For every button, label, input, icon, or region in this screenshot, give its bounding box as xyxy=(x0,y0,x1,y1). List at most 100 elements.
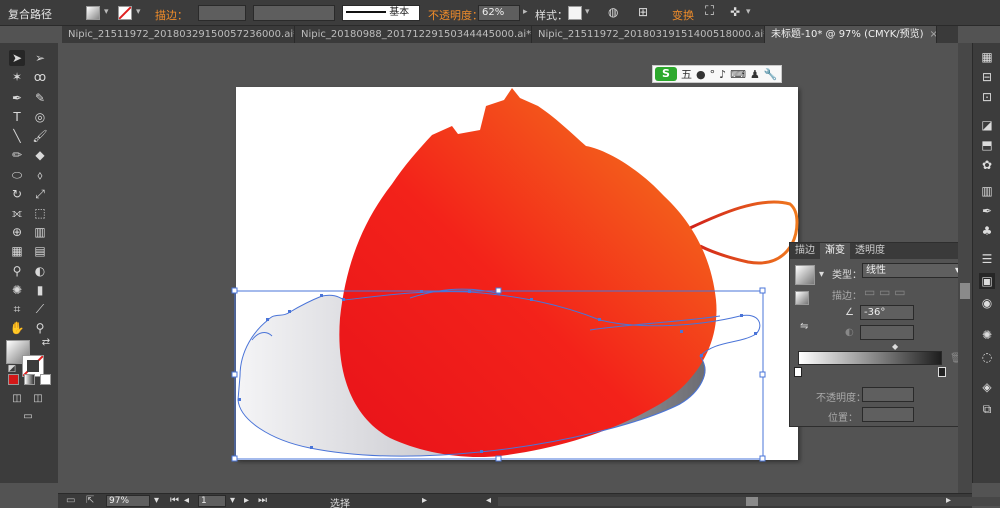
stroke-panel-icon[interactable]: ☰ xyxy=(979,251,995,267)
style-swatch[interactable] xyxy=(568,6,582,20)
pencil-tool-icon[interactable]: ✏ xyxy=(9,147,25,163)
arrange-icon[interactable]: ✜ xyxy=(730,5,740,21)
transform-link[interactable]: 变换 xyxy=(672,7,694,23)
scroll-left-icon[interactable]: ◂ xyxy=(486,495,491,506)
chevron-down-icon[interactable]: ▾ xyxy=(104,7,109,23)
horizontal-scrollbar[interactable] xyxy=(498,497,1000,506)
punctuation-icon[interactable]: ● xyxy=(696,68,706,81)
artboard[interactable] xyxy=(236,87,798,460)
tab-gradient[interactable]: 渐变 xyxy=(820,243,850,259)
rotate-tool-icon[interactable]: ↻ xyxy=(9,186,25,202)
fill-stroke-mini-icon[interactable] xyxy=(795,291,809,305)
fill-swatch[interactable] xyxy=(86,6,100,20)
ime-mode[interactable]: 五 xyxy=(681,66,692,82)
stroke-label[interactable]: 描边： xyxy=(155,7,188,23)
last-artboard-icon[interactable]: ⏭ xyxy=(258,495,267,506)
zoom-field[interactable]: 97% xyxy=(106,495,150,507)
vertical-scrollbar[interactable] xyxy=(958,43,972,493)
graph-tool-icon[interactable]: ▮ xyxy=(32,282,48,298)
chevron-down-icon[interactable]: ▾ xyxy=(746,7,751,23)
chevron-down-icon[interactable]: ▾ xyxy=(585,7,590,23)
draw-mode-icon[interactable]: ◫ xyxy=(9,391,25,407)
chevron-right-icon[interactable]: ▸ xyxy=(523,7,528,23)
artboards-panel-icon[interactable]: ▦ xyxy=(979,49,995,65)
eraser-tool-icon[interactable]: ◆ xyxy=(32,147,48,163)
recolor-icon[interactable]: ◍ xyxy=(608,5,618,21)
draw-mode-icon[interactable]: ◫ xyxy=(30,391,46,407)
chevron-down-icon[interactable]: ▾ xyxy=(230,495,235,506)
align-panel-icon[interactable]: ⊟ xyxy=(979,69,995,85)
width-tool-icon[interactable]: ⟗ xyxy=(9,205,25,221)
brush-definition-dropdown[interactable]: 基本 xyxy=(342,5,420,21)
save-status-icon[interactable]: ▭ xyxy=(66,495,75,506)
symbol-icon[interactable]: ° xyxy=(710,68,716,81)
chevron-down-icon[interactable]: ▾ xyxy=(136,7,141,23)
stroke-gradient-options-icon[interactable]: ▭ ▭ ▭ xyxy=(864,285,906,299)
close-icon[interactable]: × xyxy=(930,26,936,43)
tab-transparency[interactable]: 透明度 xyxy=(850,243,890,259)
opacity-field[interactable]: 62% xyxy=(478,5,520,21)
first-artboard-icon[interactable]: ⏮ xyxy=(170,495,179,506)
artboard-index-field[interactable]: 1 xyxy=(198,495,226,507)
align-icon[interactable]: ⊞ xyxy=(638,5,648,21)
hand-tool-icon[interactable]: ✋ xyxy=(9,320,25,336)
gradient-panel-icon[interactable]: ▣ xyxy=(979,273,995,289)
direct-selection-tool-icon[interactable]: ➢ xyxy=(32,50,48,66)
free-transform-tool-icon[interactable]: ⬚ xyxy=(32,205,48,221)
scroll-thumb[interactable] xyxy=(960,283,970,299)
curvature-tool-icon[interactable]: ✎ xyxy=(32,90,48,106)
gradient-tool-icon[interactable]: ▤ xyxy=(32,243,48,259)
none-mode-icon[interactable] xyxy=(40,374,51,385)
scroll-right-icon[interactable]: ▸ xyxy=(946,495,951,506)
stop-location-field[interactable] xyxy=(862,407,914,422)
artboard-tool-icon[interactable]: ⌗ xyxy=(9,301,25,317)
screen-mode-icon[interactable]: ▭ xyxy=(20,409,36,425)
export-icon[interactable]: ⇱ xyxy=(86,495,94,506)
swatches-panel-icon[interactable]: ✿ xyxy=(979,157,995,173)
perspective-grid-tool-icon[interactable]: ▥ xyxy=(32,224,48,240)
scale-tool-icon[interactable]: ⤢ xyxy=(32,186,48,202)
previous-artboard-icon[interactable]: ◂ xyxy=(184,495,189,506)
stop-opacity-field[interactable] xyxy=(862,387,914,402)
zoom-tool-icon[interactable]: ⚲ xyxy=(32,320,48,336)
keyboard-icon[interactable]: ⌨ xyxy=(730,68,746,81)
variable-width-dropdown[interactable] xyxy=(253,5,335,21)
gradient-mode-icon[interactable] xyxy=(24,374,35,385)
symbol-sprayer-tool-icon[interactable]: ✺ xyxy=(9,282,25,298)
opacity-label[interactable]: 不透明度： xyxy=(428,7,483,23)
document-tab-active[interactable]: 未标题-10* @ 97% (CMYK/预览) × xyxy=(765,26,937,43)
document-tab-1[interactable]: Nipic_21511972_20180329150057236000.ai*…… xyxy=(62,26,295,43)
graphic-styles-panel-icon[interactable]: ♣ xyxy=(979,223,995,239)
color-panel-icon[interactable]: ⬒ xyxy=(979,137,995,153)
ellipse-tool-icon[interactable]: ⬭ xyxy=(9,167,25,183)
spiral-tool-icon[interactable]: ◎ xyxy=(32,109,48,125)
blend-tool-icon[interactable]: ◐ xyxy=(32,263,48,279)
line-tool-icon[interactable]: ╲ xyxy=(9,128,25,144)
voice-icon[interactable]: ♪ xyxy=(719,68,726,81)
tab-stroke[interactable]: 描边 xyxy=(790,243,820,259)
next-artboard-icon[interactable]: ▸ xyxy=(244,495,249,506)
angle-field[interactable]: -36° xyxy=(860,305,914,320)
eraser-tool-icon[interactable]: ⬨ xyxy=(32,167,48,183)
stroke-swatch[interactable] xyxy=(118,6,132,20)
lasso-tool-icon[interactable]: ꝏ xyxy=(32,69,48,85)
magic-wand-tool-icon[interactable]: ✶ xyxy=(9,69,25,85)
gradient-preview-swatch[interactable] xyxy=(795,265,815,285)
aspect-ratio-field[interactable] xyxy=(860,325,914,340)
reverse-gradient-icon[interactable]: ⇋ xyxy=(800,321,808,332)
pen-tool-icon[interactable]: ✒ xyxy=(9,90,25,106)
chevron-down-icon[interactable]: ▾ xyxy=(819,269,824,280)
transparency-panel-icon[interactable]: ◉ xyxy=(979,295,995,311)
gradient-stop-right[interactable] xyxy=(938,367,946,377)
status-menu-icon[interactable]: ▸ xyxy=(422,495,427,506)
gradient-type-select[interactable]: 线性 ▾ xyxy=(862,263,964,278)
transform-panel-icon[interactable]: ⊡ xyxy=(979,89,995,105)
gradient-slider[interactable] xyxy=(798,351,942,365)
eyedropper-tool-icon[interactable]: ⚲ xyxy=(9,263,25,279)
color-guide-panel-icon[interactable]: ◪ xyxy=(979,117,995,133)
ime-toolbar[interactable]: S 五 ● ° ♪ ⌨ ♟ 🔧 xyxy=(652,65,782,83)
graphic-styles-icon[interactable]: ◌ xyxy=(979,349,995,365)
midpoint-diamond-icon[interactable]: ◆ xyxy=(892,342,898,351)
layers-panel-icon[interactable]: ◈ xyxy=(979,379,995,395)
scroll-thumb[interactable] xyxy=(746,497,758,506)
